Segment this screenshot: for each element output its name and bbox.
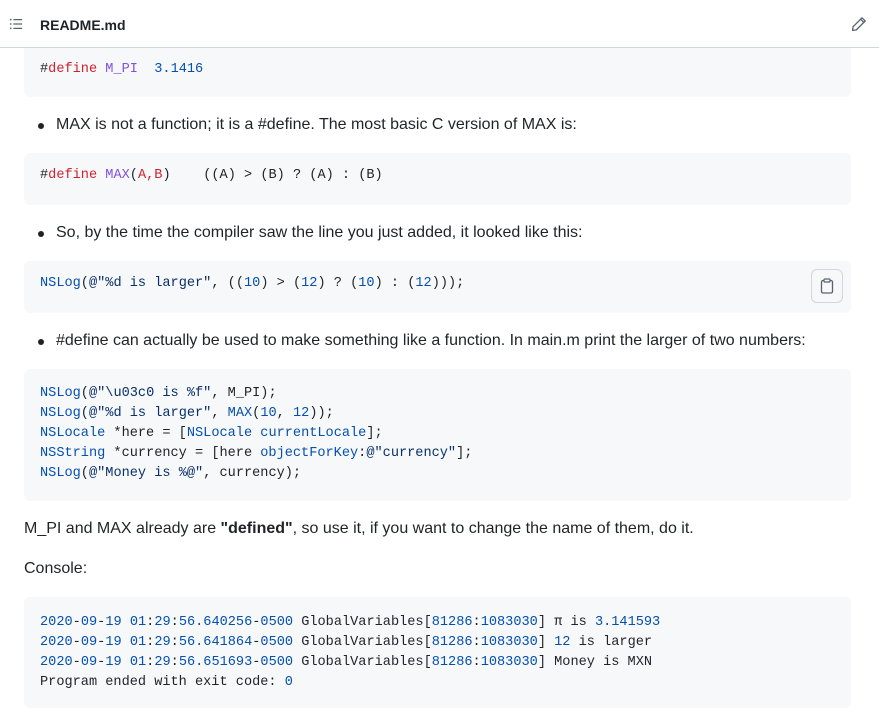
code-token: 81286 — [431, 615, 473, 630]
code-token: MAX — [227, 406, 253, 421]
code-block-define-pi: #define M_PI 3.1416 — [24, 48, 851, 97]
code-token: 0500 — [260, 655, 294, 670]
bold-text: "defined" — [220, 520, 293, 537]
console-line: 2020-09-19 01:29:56.641864-0500 GlobalVa… — [40, 635, 653, 650]
code-token: define — [48, 168, 98, 183]
code-token: NSString — [40, 446, 106, 461]
code-token: 19 — [105, 635, 122, 650]
code-token: 29 — [154, 635, 171, 650]
code-token: 19 — [105, 615, 122, 630]
code-token: 19 — [105, 655, 122, 670]
text-span: , so use it, if you want to change the n… — [292, 520, 694, 537]
code-token: 0500 — [260, 615, 294, 630]
code-token: 3.1416 — [154, 62, 204, 77]
code-token: objectForKey — [260, 446, 359, 461]
code-token: 12 — [415, 276, 432, 291]
code-token: 10 — [243, 276, 261, 291]
code-token: 09 — [80, 635, 98, 650]
code-token: NSLog — [40, 406, 81, 421]
code-token: NSLog — [40, 466, 81, 481]
code-token: @"currency" — [366, 446, 457, 461]
code-token: 09 — [80, 615, 98, 630]
code-token: A,B — [137, 168, 163, 183]
console-line: 2020-09-19 01:29:56.651693-0500 GlobalVa… — [40, 655, 653, 670]
code-token: 1083030 — [480, 655, 538, 670]
paragraph-console: Console: — [24, 560, 88, 577]
console-line: 2020-09-19 01:29:56.640256-0500 GlobalVa… — [40, 615, 661, 630]
code-token: 2020 — [40, 615, 73, 630]
text-span: M_PI and MAX already are — [24, 520, 221, 537]
code-token: NSLog — [40, 386, 81, 401]
code-token: 1083030 — [480, 615, 538, 630]
pencil-icon[interactable] — [851, 16, 867, 32]
console-line: Program ended with exit code: 0 — [40, 675, 293, 690]
code-token: 12 — [554, 635, 571, 650]
code-token: define — [48, 62, 98, 77]
code-token: @"%d is larger" — [88, 276, 212, 291]
code-block-define-max: #define MAX(A,B) ((A) > (B) ? (A) : (B) — [24, 153, 851, 205]
code-block-expanded: NSLog(@"%d is larger", ((10) > (12) ? (1… — [24, 261, 851, 313]
list-unordered-icon[interactable] — [9, 17, 23, 31]
code-token: 12 — [301, 276, 318, 291]
code-token: 10 — [358, 276, 375, 291]
list-item: So, by the time the compiler saw the lin… — [24, 221, 851, 245]
code-token: ((A) > (B) ? (A) : (B) — [203, 168, 383, 183]
code-token: NSLocale — [40, 426, 106, 441]
code-token: 56.640256 — [178, 615, 253, 630]
code-token: 2020 — [40, 635, 73, 650]
code-token: 1083030 — [480, 635, 538, 650]
file-header: README.md — [0, 0, 879, 48]
code-token: NSLocale — [186, 426, 253, 441]
code-token: M_PI — [105, 62, 138, 77]
code-token: 12 — [292, 406, 310, 421]
code-token: 81286 — [431, 655, 473, 670]
list-item: #define can actually be used to make som… — [24, 329, 851, 353]
code-token: @"Money is %@" — [88, 466, 204, 481]
code-token: 56.651693 — [178, 655, 253, 670]
file-title: README.md — [40, 17, 126, 33]
code-token: @"\u03c0 is %f" — [88, 386, 212, 401]
code-token: 10 — [260, 406, 277, 421]
code-block-main: NSLog(@"\u03c0 is %f", M_PI); NSLog(@"%d… — [24, 369, 851, 501]
list-item: MAX is not a function; it is a #define. … — [24, 113, 851, 137]
code-token: 2020 — [40, 655, 73, 670]
code-token: 01 — [129, 655, 147, 670]
clipboard-icon — [820, 278, 834, 294]
code-token: 56.641864 — [178, 635, 253, 650]
code-token: 01 — [129, 615, 147, 630]
code-token: 01 — [129, 635, 147, 650]
code-block-console: 2020-09-19 01:29:56.640256-0500 GlobalVa… — [24, 597, 851, 708]
code-token: 3.141593 — [594, 615, 661, 630]
code-token: @"%d is larger" — [88, 406, 212, 421]
code-token: MAX — [105, 168, 130, 183]
code-token: # — [40, 168, 49, 183]
code-token: currentLocale — [260, 426, 367, 441]
code-token: 0500 — [260, 635, 294, 650]
paragraph-defined: M_PI and MAX already are "defined", so u… — [24, 517, 694, 541]
code-token: 0 — [284, 675, 293, 690]
code-token: NSLog — [40, 276, 81, 291]
code-token: 29 — [154, 655, 171, 670]
code-token: # — [40, 62, 49, 77]
code-token: 81286 — [431, 635, 473, 650]
code-token: 29 — [154, 615, 171, 630]
copy-button[interactable] — [811, 269, 843, 303]
code-token: 09 — [80, 655, 98, 670]
